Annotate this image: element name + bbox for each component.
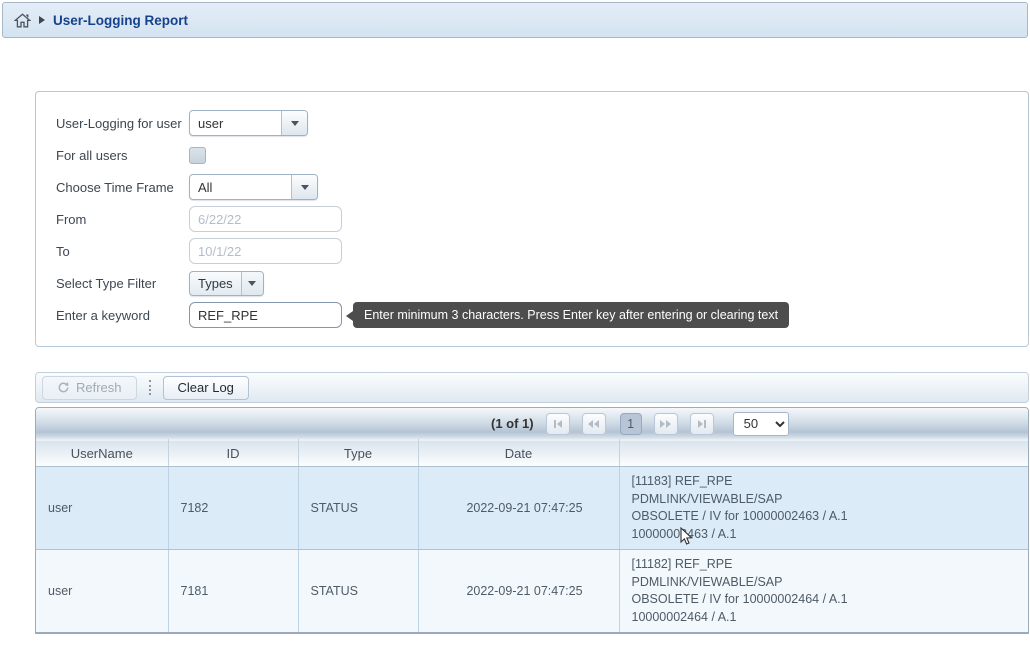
column-header-username[interactable]: UserName (36, 440, 168, 467)
detail-line: 10000002464 / A.1 (632, 609, 1019, 627)
previous-page-icon (588, 420, 593, 428)
from-label: From (56, 212, 189, 227)
table-row: user 7182 STATUS 2022-09-21 07:47:25 [11… (36, 467, 1028, 550)
cell-detail: [11182] REF_RPE PDMLINK/VIEWABLE/SAP OBS… (619, 550, 1028, 633)
page-title: User-Logging Report (53, 13, 188, 28)
cell-username: user (36, 550, 168, 633)
paginator-current-text: (1 of 1) (491, 416, 534, 431)
detail-line: OBSOLETE / IV for 10000002463 / A.1 (632, 508, 1019, 526)
type-filter-row: Select Type Filter Types (56, 270, 1028, 296)
breadcrumb-bar: User-Logging Report (2, 2, 1028, 38)
all-users-checkbox[interactable] (189, 147, 206, 164)
chevron-down-icon (291, 121, 299, 126)
header-row: UserName ID Type Date (36, 440, 1028, 467)
refresh-icon (57, 381, 70, 394)
to-row: To (56, 238, 1028, 264)
detail-line: PDMLINK/VIEWABLE/SAP (632, 574, 1019, 592)
refresh-button[interactable]: Refresh (42, 376, 137, 400)
from-date-input[interactable] (189, 206, 342, 232)
cell-id: 7182 (168, 467, 298, 550)
detail-line: [11182] REF_RPE (632, 556, 1019, 574)
chevron-down-icon (248, 281, 256, 286)
refresh-button-label: Refresh (76, 380, 122, 395)
next-page-button[interactable] (654, 413, 678, 435)
cell-date: 2022-09-21 07:47:25 (418, 467, 619, 550)
type-filter-dropdown-button[interactable] (241, 272, 263, 295)
to-date-input[interactable] (189, 238, 342, 264)
user-label: User-Logging for user (56, 116, 189, 131)
type-filter-button[interactable]: Types (189, 271, 264, 296)
type-filter-button-label: Types (190, 272, 241, 295)
log-table-panel: (1 of 1) 1 50 UserName ID (35, 407, 1029, 634)
timeframe-combobox-dropdown-button[interactable] (291, 175, 317, 199)
page-size-select[interactable]: 50 (733, 412, 789, 436)
keyword-row: Enter a keyword Enter minimum 3 characte… (56, 302, 1028, 328)
all-users-label: For all users (56, 148, 189, 163)
timeframe-row: Choose Time Frame All (56, 174, 1028, 200)
from-row: From (56, 206, 1028, 232)
user-combobox-dropdown-button[interactable] (281, 111, 307, 135)
keyword-label: Enter a keyword (56, 308, 189, 323)
first-page-icon (554, 420, 556, 428)
cell-id: 7181 (168, 550, 298, 633)
detail-line: PDMLINK/VIEWABLE/SAP (632, 491, 1019, 509)
timeframe-label: Choose Time Frame (56, 180, 189, 195)
keyword-tooltip: Enter minimum 3 characters. Press Enter … (353, 302, 789, 328)
detail-line: [11183] REF_RPE (632, 473, 1019, 491)
to-label: To (56, 244, 189, 259)
tooltip-text: Enter minimum 3 characters. Press Enter … (364, 308, 778, 322)
cell-date: 2022-09-21 07:47:25 (418, 550, 619, 633)
column-header-detail[interactable] (619, 440, 1028, 467)
clear-log-button-label: Clear Log (178, 380, 234, 395)
toolbar-separator (149, 380, 151, 395)
log-table: UserName ID Type Date user 7182 STATUS 2… (36, 439, 1028, 633)
clear-log-button[interactable]: Clear Log (163, 376, 249, 400)
first-page-button[interactable] (546, 413, 570, 435)
cell-username: user (36, 467, 168, 550)
last-page-icon (698, 420, 703, 428)
breadcrumb-arrow-icon (39, 16, 45, 24)
timeframe-combobox-value: All (190, 175, 291, 199)
mouse-cursor (680, 527, 693, 551)
home-icon[interactable] (14, 13, 31, 28)
all-users-row: For all users (56, 142, 1028, 168)
type-filter-label: Select Type Filter (56, 276, 189, 291)
cell-type: STATUS (298, 550, 418, 633)
paginator: (1 of 1) 1 50 (36, 408, 1028, 439)
keyword-input[interactable] (189, 302, 342, 328)
filter-panel: User-Logging for user user For all users… (35, 91, 1029, 347)
toolbar: Refresh Clear Log (35, 372, 1029, 403)
cell-type: STATUS (298, 467, 418, 550)
previous-page-button[interactable] (582, 413, 606, 435)
page-number-button[interactable]: 1 (620, 413, 642, 435)
user-combobox[interactable]: user (189, 110, 308, 136)
column-header-date[interactable]: Date (418, 440, 619, 467)
user-combobox-value: user (190, 111, 281, 135)
column-header-id[interactable]: ID (168, 440, 298, 467)
chevron-down-icon (301, 185, 309, 190)
tooltip-arrow-icon (346, 311, 353, 321)
timeframe-combobox[interactable]: All (189, 174, 318, 200)
next-page-icon (660, 420, 665, 428)
last-page-button[interactable] (690, 413, 714, 435)
table-row: user 7181 STATUS 2022-09-21 07:47:25 [11… (36, 550, 1028, 633)
column-header-type[interactable]: Type (298, 440, 418, 467)
detail-line: OBSOLETE / IV for 10000002464 / A.1 (632, 591, 1019, 609)
user-row: User-Logging for user user (56, 110, 1028, 136)
